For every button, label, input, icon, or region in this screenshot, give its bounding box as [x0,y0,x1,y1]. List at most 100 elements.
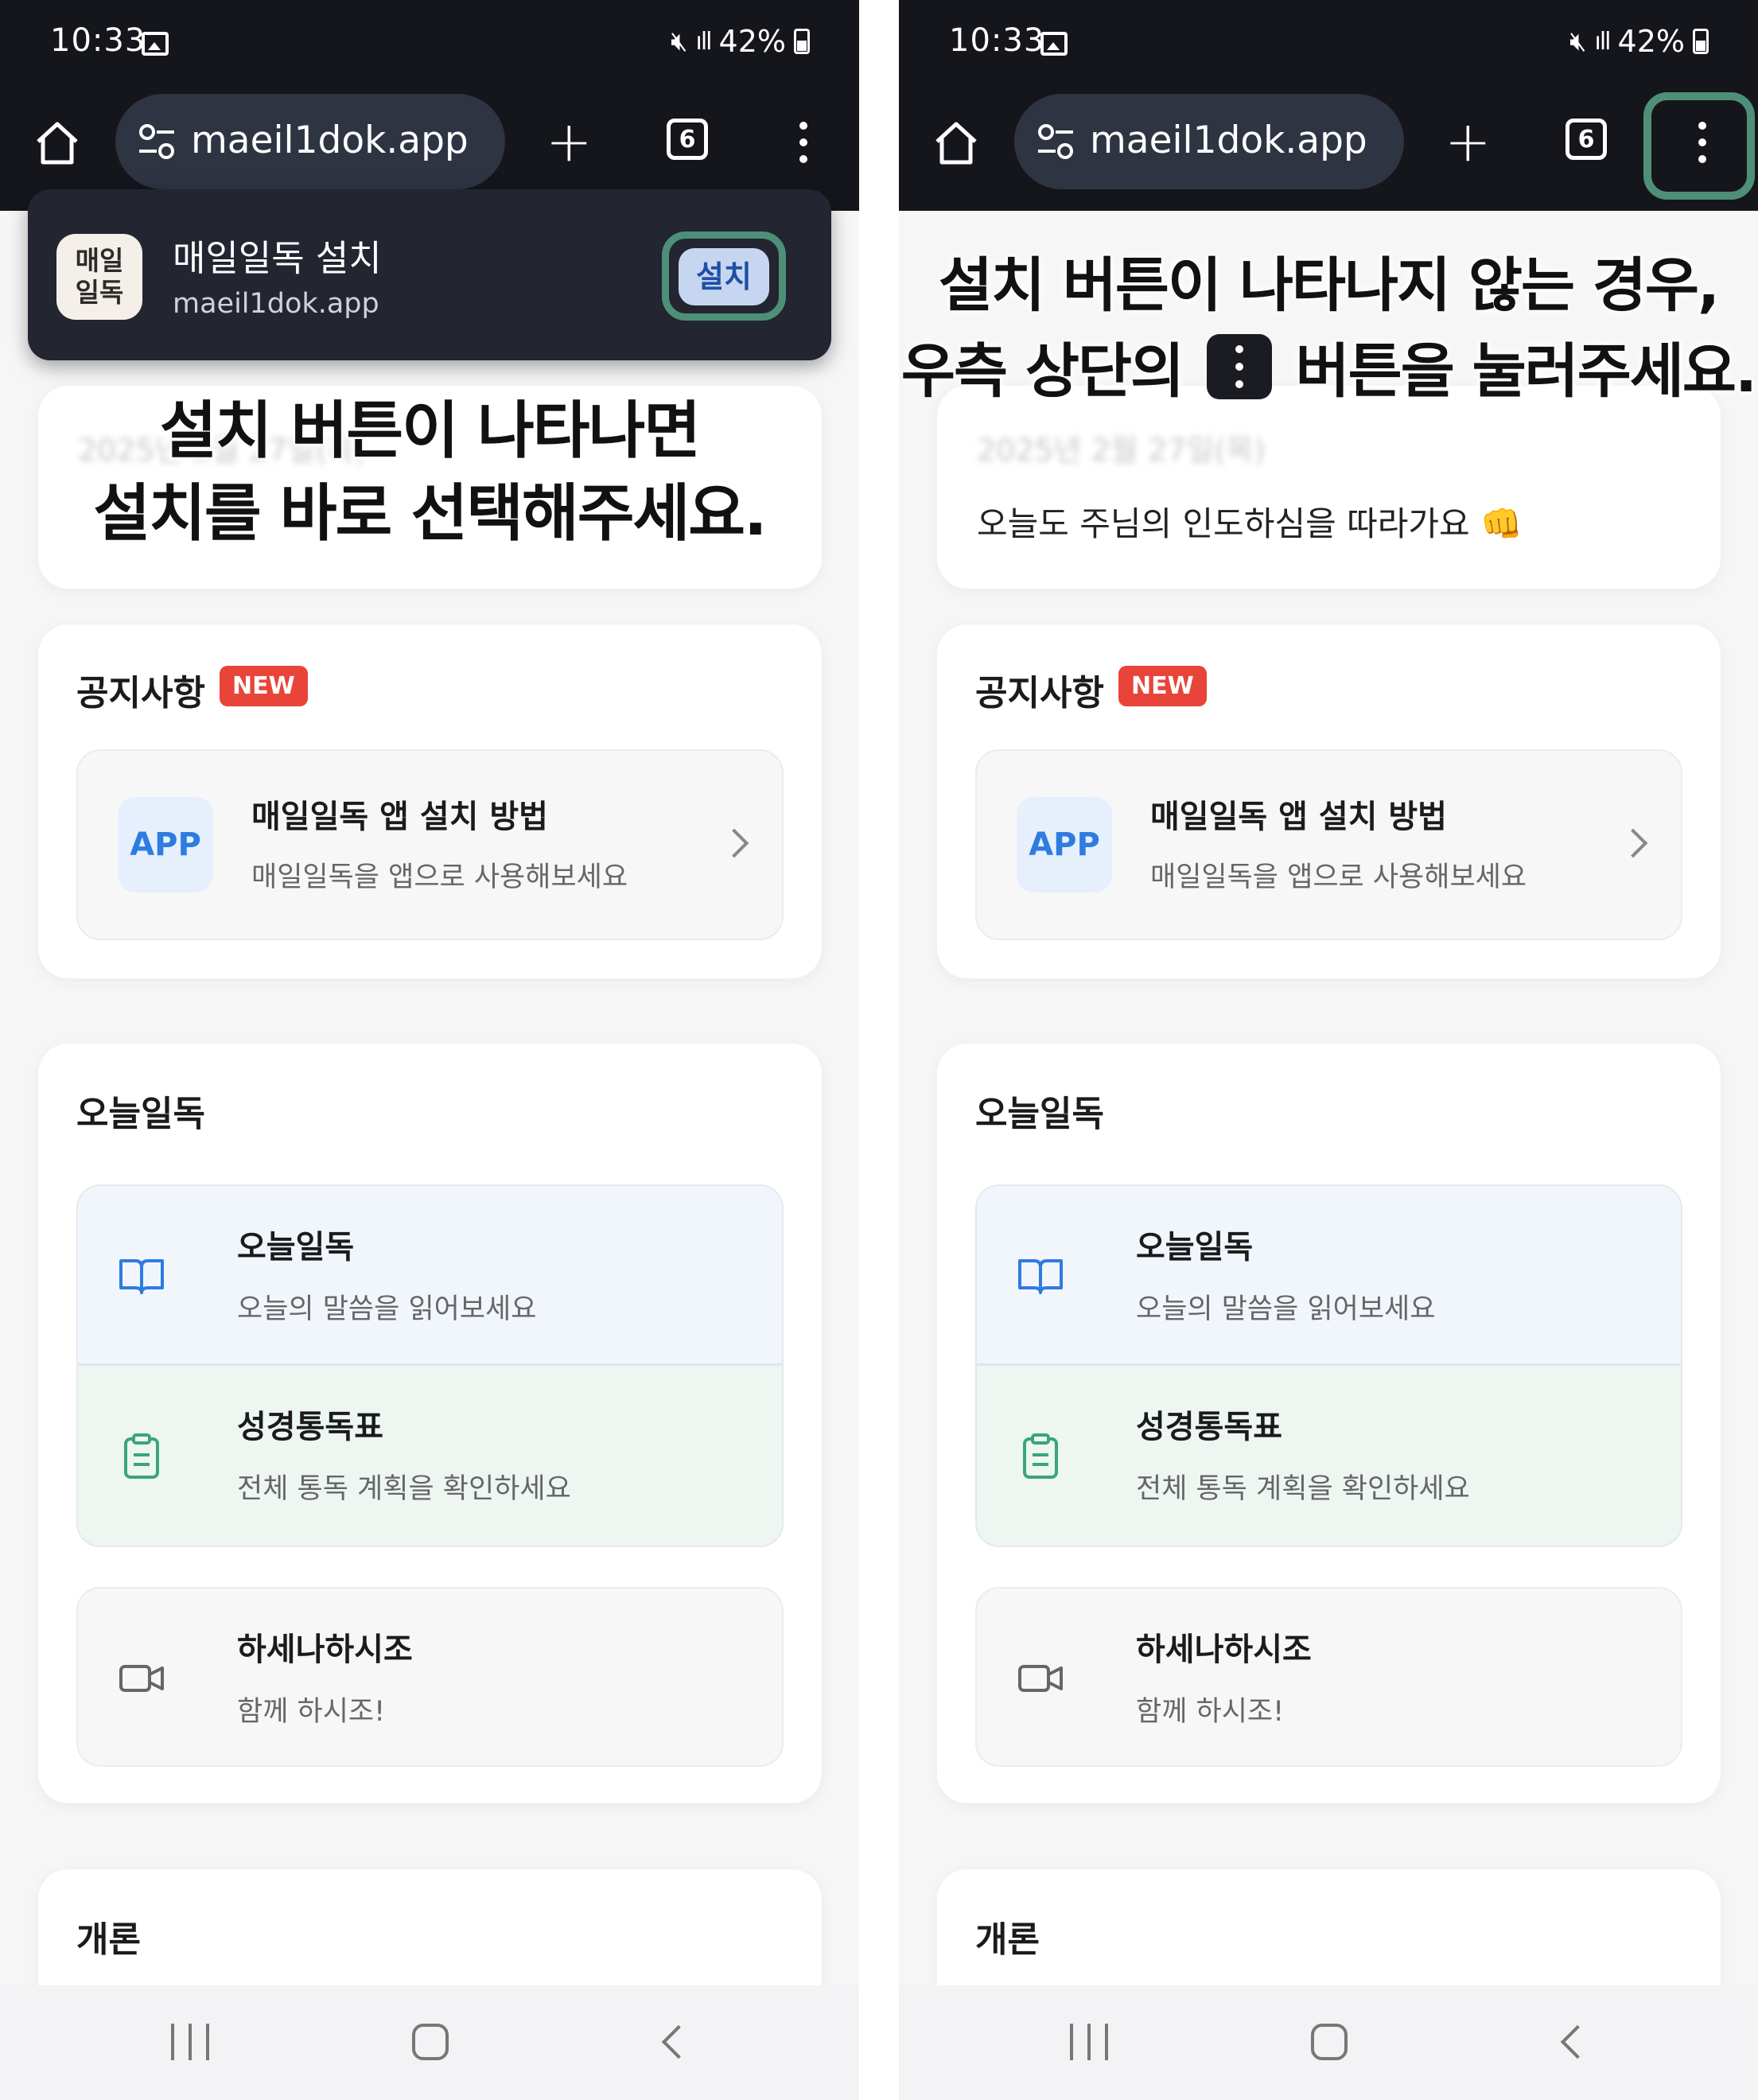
android-nav-bar [899,1985,1758,2100]
menu-title: 오늘일독 [237,1229,355,1266]
menu-item-today-reading[interactable]: 오늘일독 오늘의 말씀을 읽어보세요 [977,1186,1681,1366]
install-button[interactable]: 설치 [679,248,769,305]
new-badge: NEW [220,666,308,706]
url-text: maeil1dok.app [191,119,469,162]
app-icon: APP [118,797,213,892]
menu-item-reading-plan[interactable]: 성경통독표 전체 통독 계획을 확인하세요 [977,1366,1681,1546]
item-title: 매일일독 앱 설치 방법 [1150,799,1447,835]
notice-title: 공지사항 [76,673,205,714]
tab-switcher-button[interactable]: 6 [1565,119,1607,160]
battery-percent: 42% [1617,24,1685,59]
battery-icon [794,29,810,54]
menu-item-reading-plan[interactable]: 성경통독표 전체 통독 계획을 확인하세요 [78,1366,782,1546]
home-nav-icon[interactable] [1311,2024,1348,2060]
recent-apps-icon[interactable] [1070,2024,1110,2060]
site-settings-icon[interactable] [1032,118,1079,165]
home-icon[interactable] [931,118,982,169]
recent-apps-icon[interactable] [171,2024,211,2060]
browser-toolbar: maeil1dok.app + 6 [899,91,1758,211]
install-prompt: 매일 일독 매일일독 설치 maeil1dok.app 설치 [28,189,831,360]
today-menu-group: 오늘일독 오늘의 말씀을 읽어보세요 성경통독표 전체 통독 계획을 확인하세요 [975,1184,1682,1547]
menu-item-hasenahasijo[interactable]: 하세나하시조 함께 하시조! [975,1587,1682,1767]
instruction-line2: 설치를 바로 선택해주세요. [93,478,767,550]
clipboard-icon [124,1433,159,1479]
back-icon[interactable] [1560,2024,1595,2059]
gallery-notification-icon [1040,32,1068,56]
today-section-title: 오늘일독 [76,1094,205,1134]
today-menu-group: 오늘일독 오늘의 말씀을 읽어보세요 성경통독표 전체 통독 계획을 확인하세요 [76,1184,784,1547]
new-badge: NEW [1118,666,1207,706]
greeting-card: 2025년 2월 27일(목) 오늘도 주님의 인도하심을 따라가요 👊 [937,386,1721,589]
menu-subtitle: 함께 하시조! [237,1696,386,1728]
clipboard-icon [1023,1433,1058,1479]
menu-subtitle: 오늘의 말씀을 읽어보세요 [1136,1293,1436,1325]
battery-icon [1693,29,1709,54]
install-app-url: maeil1dok.app [173,288,379,320]
menu-subtitle: 전체 통독 계획을 확인하세요 [237,1473,571,1505]
signal-icon: ıll [695,27,713,56]
instruction-line1: 설치 버튼이 나타나면 [159,395,701,467]
logo-line2: 일독 [75,277,124,308]
today-section-title: 오늘일독 [975,1094,1104,1134]
signal-icon: ıll [1594,27,1612,56]
right-screenshot: 10:33 🔇︎ ıll 42% maeil1dok.app + 6 2025년… [899,0,1758,2100]
android-nav-bar [0,1985,859,2100]
menu-title: 하세나하시조 [1136,1631,1312,1668]
app-install-guide-item[interactable]: APP 매일일독 앱 설치 방법 매일일독을 앱으로 사용해보세요 [975,749,1682,940]
menu-item-today-reading[interactable]: 오늘일독 오늘의 말씀을 읽어보세요 [78,1186,782,1366]
status-bar: 10:33 🔇︎ ıll 42% [899,0,1758,91]
tab-switcher-button[interactable]: 6 [667,119,708,160]
greeting-message: 오늘도 주님의 인도하심을 따라가요 👊 [977,504,1523,543]
back-icon[interactable] [661,2024,696,2059]
today-card: 오늘일독 오늘일독 오늘의 말씀을 읽어보세요 성경통독표 전체 통독 계획을 … [937,1044,1721,1803]
menu-subtitle: 전체 통독 계획을 확인하세요 [1136,1473,1470,1505]
more-options-inline-icon [1206,334,1272,399]
menu-title: 하세나하시조 [237,1631,413,1668]
status-bar: 10:33 🔇︎ ıll 42% [0,0,859,91]
more-options-button[interactable] [778,119,826,166]
chevron-right-icon [1618,828,1648,858]
date-text: 2025년 2월 27일(목) [977,433,1266,468]
right-instruction: 설치 버튼이 나타나지 않는 경우, 우측 상단의 버튼을 눌러주세요. [899,243,1758,414]
status-indicators: 🔇︎ ıll 42% [1569,24,1709,59]
menu-title: 오늘일독 [1136,1229,1254,1266]
notice-title: 공지사항 [975,673,1104,714]
mute-icon: 🔇︎ [1569,25,1587,57]
chevron-right-icon [719,828,749,858]
gallery-notification-icon [142,32,169,56]
app-logo: 매일 일독 [56,234,142,320]
battery-percent: 42% [718,24,786,59]
item-subtitle: 매일일독을 앱으로 사용해보세요 [1150,861,1527,893]
app-install-guide-item[interactable]: APP 매일일독 앱 설치 방법 매일일독을 앱으로 사용해보세요 [76,749,784,940]
notice-card: 공지사항 NEW APP 매일일독 앱 설치 방법 매일일독을 앱으로 사용해보… [38,624,822,978]
item-subtitle: 매일일독을 앱으로 사용해보세요 [251,861,628,893]
menu-title: 성경통독표 [237,1409,383,1445]
address-bar[interactable]: maeil1dok.app [115,94,505,189]
instruction-line2: 우측 상단의 버튼을 눌러주세요. [899,329,1758,414]
menu-item-hasenahasijo[interactable]: 하세나하시조 함께 하시조! [76,1587,784,1767]
url-text: maeil1dok.app [1090,119,1367,162]
new-tab-button[interactable]: + [546,114,593,169]
left-instruction: 설치 버튼이 나타나면 설치를 바로 선택해주세요. [48,390,811,555]
logo-line1: 매일 [75,245,124,276]
mute-icon: 🔇︎ [671,25,688,57]
instruction-line2-after: 버튼을 눌러주세요. [1295,337,1758,406]
menu-subtitle: 오늘의 말씀을 읽어보세요 [237,1293,537,1325]
status-indicators: 🔇︎ ıll 42% [671,24,810,59]
video-icon [119,1665,164,1692]
new-tab-button[interactable]: + [1445,114,1492,169]
home-icon[interactable] [32,118,83,169]
home-nav-icon[interactable] [412,2024,449,2060]
book-icon [119,1259,164,1294]
book-icon [1018,1259,1063,1294]
status-time: 10:33 [949,22,1045,59]
item-title: 매일일독 앱 설치 방법 [251,799,548,835]
address-bar[interactable]: maeil1dok.app [1014,94,1404,189]
instruction-line1: 설치 버튼이 나타나지 않는 경우, [938,251,1720,320]
site-settings-icon[interactable] [133,118,181,165]
more-options-highlight [1643,92,1755,200]
notice-card: 공지사항 NEW APP 매일일독 앱 설치 방법 매일일독을 앱으로 사용해보… [937,624,1721,978]
overview-section-title: 개론 [76,1919,141,1960]
status-time: 10:33 [50,22,146,59]
left-screenshot: 10:33 🔇︎ ıll 42% maeil1dok.app + 6 2025년… [0,0,859,2100]
